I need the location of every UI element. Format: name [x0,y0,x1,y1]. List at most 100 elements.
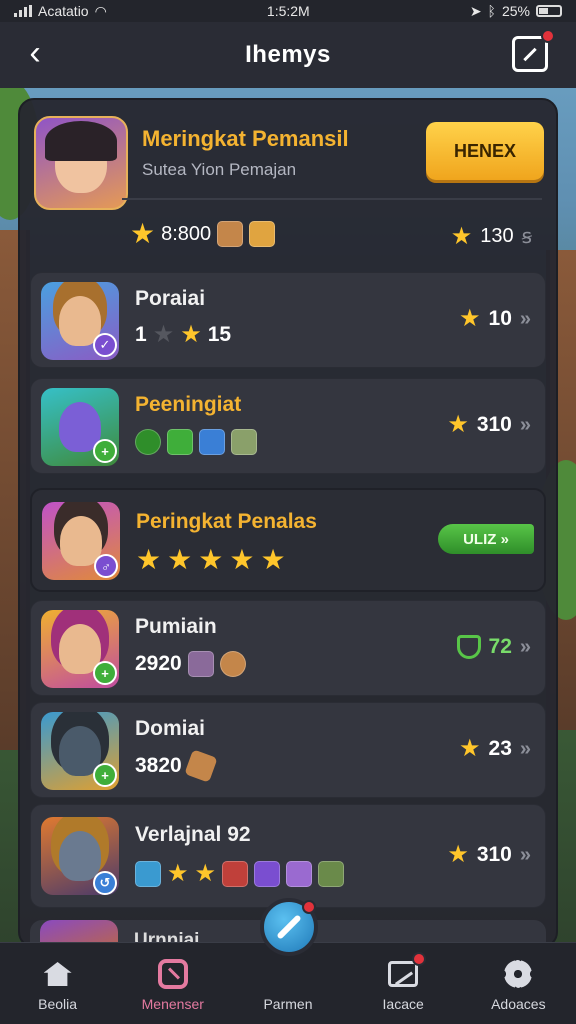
class-badge-icon: ♂ [94,554,118,578]
player-stats: 1 ★ ★ 15 [135,323,231,347]
nav-item-center[interactable]: Parmen [238,898,338,1012]
nav-item-manager[interactable]: Menenser [123,958,223,1012]
nav-item-stats[interactable]: Iacace [353,952,453,1012]
location-icon: ➤ [469,2,482,19]
list-item[interactable]: + Domiai 3820 ★ 23 » [30,702,546,798]
battery-icon [535,5,562,17]
score-value: 310 [476,843,512,866]
star-icon: ★ [136,544,162,575]
item-icon [135,861,161,887]
avatar[interactable] [34,116,128,210]
page-title: Ihemys [245,41,331,68]
star-icon: ★ [450,222,473,250]
chevron-left-icon: ‹ [29,33,41,72]
gear-icon [501,958,535,990]
item-icon [135,429,161,455]
shield-icon [456,635,481,659]
pill-label: ULIZ [463,530,497,548]
edit-button[interactable] [512,29,555,72]
tag-icon [156,958,190,990]
chevron-right-icon: » [519,635,531,658]
character-portrait [45,121,117,193]
add-badge-icon: + [93,763,117,787]
back-button[interactable]: ‹ [18,33,52,72]
item-icon [167,429,193,455]
player-score: ★ 10 » [459,307,531,331]
chevron-right-icon: » [519,843,531,866]
clock: 1:5:2M [266,3,310,19]
player-items [135,429,257,455]
item-icon [184,749,218,783]
bottom-navigation: Beolia Menenser Parmen Iacace Adoaces [0,898,576,1024]
create-button[interactable] [259,898,318,956]
top-score-value: 130 [480,225,514,247]
player-name: Peringkat Penalas [136,510,317,533]
item-icon [254,861,281,887]
chevron-right-icon: » [519,307,531,330]
item-icon [219,651,246,677]
chevron-right-icon: » [519,413,531,436]
player-stats: 2920 [135,651,246,677]
list-item[interactable]: ✓ Poraiai 1 ★ ★ 15 ★ 10 » [30,272,546,368]
class-badge-icon: ↺ [93,871,117,895]
item-icon [231,429,257,455]
player-value: 3820 [135,754,182,777]
item-icon [187,651,214,677]
player-name: Peeningiat [135,393,242,416]
chart-icon [386,952,427,990]
score-value: 310 [476,413,512,436]
primary-action-button[interactable]: HENEX [426,122,544,180]
profile-title: Meringkat Pemansil [142,126,349,151]
nav-label: Parmen [263,996,313,1012]
player-name: Poraiai [135,287,206,310]
star-icon: ★ [229,544,255,575]
item-icon [217,221,244,247]
score-suffix: ꞩ [521,226,532,248]
battery-percent: 25% [501,3,530,19]
score-value: 72 [488,635,512,658]
score-value: 23 [488,737,512,760]
nav-item-settings[interactable]: Adoaces [468,958,568,1012]
status-bar: Acatatio ◠ 1:5:2M ➤ ᛒ 25% [0,0,576,22]
player-value: 2920 [135,652,182,675]
points-row: ★ 8:800 [130,218,276,249]
player-stats: 3820 [135,749,218,783]
star-icon: ★ [447,841,469,868]
star-icon: ★ [130,218,156,249]
star-count: 15 [207,323,232,346]
carrier-label: Acatatio [38,3,89,19]
home-icon [41,958,75,990]
item-icon [318,861,345,887]
rank-number: 1 [135,323,147,346]
notification-badge [541,29,555,43]
star-empty-icon: ★ [152,321,175,348]
nav-label: Adoaces [491,996,546,1012]
add-badge-icon: + [93,661,117,685]
star-rating: ★ ★ ★ ★ ★ [136,546,286,574]
status-pill-button[interactable]: ULIZ » [438,524,534,554]
star-icon: ★ [180,321,202,348]
profile-subtitle: Sutea Yion Pemajan [142,160,297,179]
player-score: 72 » [456,635,531,659]
star-icon: ★ [198,544,224,575]
notification-badge [412,952,427,966]
item-icon [249,221,276,247]
list-item[interactable]: ↺ Verlajnal 92 ★ ★ ★ 310 » [30,804,546,908]
list-item-featured[interactable]: ♂ Peringkat Penalas ★ ★ ★ ★ ★ ULIZ » [30,488,546,592]
divider [122,198,542,200]
top-score: ★ 130 ꞩ [451,224,532,249]
nav-label: Iacace [382,996,424,1012]
star-icon: ★ [447,411,469,438]
list-item[interactable]: + Pumiain 2920 72 » [30,600,546,696]
item-icon [286,861,313,887]
player-name: Domiai [135,717,206,740]
star-icon: ★ [260,544,286,575]
player-score: ★ 310 » [447,413,531,437]
item-icon [199,429,225,455]
bluetooth-icon: ᛒ [487,3,496,19]
nav-label: Beolia [38,996,78,1012]
app-header: ‹ Ihemys [0,22,576,88]
nav-item-home[interactable]: Beolia [8,958,108,1012]
list-item[interactable]: + Peeningiat ★ 310 » [30,378,546,474]
profile-card: Meringkat Pemansil Sutea Yion Pemajan HE… [30,108,548,268]
